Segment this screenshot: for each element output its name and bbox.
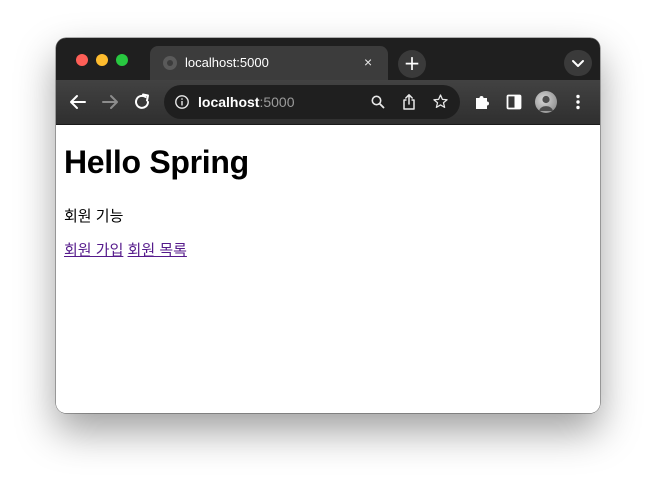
new-tab-button[interactable]: + [398, 50, 426, 78]
back-arrow-icon [70, 95, 86, 109]
info-icon[interactable] [174, 94, 190, 110]
feature-label: 회원 기능 [64, 208, 124, 225]
star-icon[interactable] [432, 93, 449, 110]
url-host: localhost [198, 94, 260, 110]
minimize-window-button[interactable] [96, 54, 108, 66]
page-title: Hello Spring [64, 144, 249, 180]
extensions-button[interactable] [470, 90, 494, 114]
avatar[interactable] [535, 91, 557, 113]
search-icon[interactable] [370, 94, 386, 110]
share-icon[interactable] [401, 93, 417, 111]
side-panel-icon [506, 94, 522, 110]
browser-toolbar: localhost:5000 [56, 80, 600, 125]
member-signup-link[interactable]: 회원 가입 [64, 242, 123, 259]
tab-localhost[interactable]: localhost:5000 × [150, 46, 388, 80]
close-icon[interactable]: × [364, 54, 372, 70]
forward-button[interactable] [98, 90, 122, 114]
reload-icon [135, 93, 149, 109]
browser-menu-button[interactable] [566, 90, 590, 114]
close-window-button[interactable] [76, 54, 88, 66]
browser-window: localhost:5000 × + localhost:5000 Hello … [56, 38, 600, 413]
page-content: Hello Spring 회원 기능 회원 가입 회원 목록 [56, 125, 600, 413]
forward-arrow-icon [102, 95, 118, 109]
chevron-down-icon [572, 60, 584, 67]
url-text[interactable]: localhost:5000 [198, 94, 295, 110]
globe-icon [163, 56, 177, 70]
address-bar[interactable]: localhost:5000 [164, 85, 460, 119]
back-button[interactable] [66, 90, 90, 114]
puzzle-icon [476, 96, 489, 109]
member-links: 회원 가입 회원 목록 [64, 239, 187, 260]
url-port: :5000 [259, 94, 295, 110]
tab-title: localhost:5000 [185, 55, 269, 70]
tab-search-button[interactable] [564, 50, 592, 76]
kebab-menu-icon [576, 94, 580, 110]
maximize-window-button[interactable] [116, 54, 128, 66]
profile-picture-icon [539, 95, 553, 111]
member-list-link[interactable]: 회원 목록 [128, 242, 187, 259]
tab-strip: localhost:5000 × + [56, 38, 600, 80]
reload-button[interactable] [130, 90, 154, 114]
side-panel-button[interactable] [502, 90, 526, 114]
